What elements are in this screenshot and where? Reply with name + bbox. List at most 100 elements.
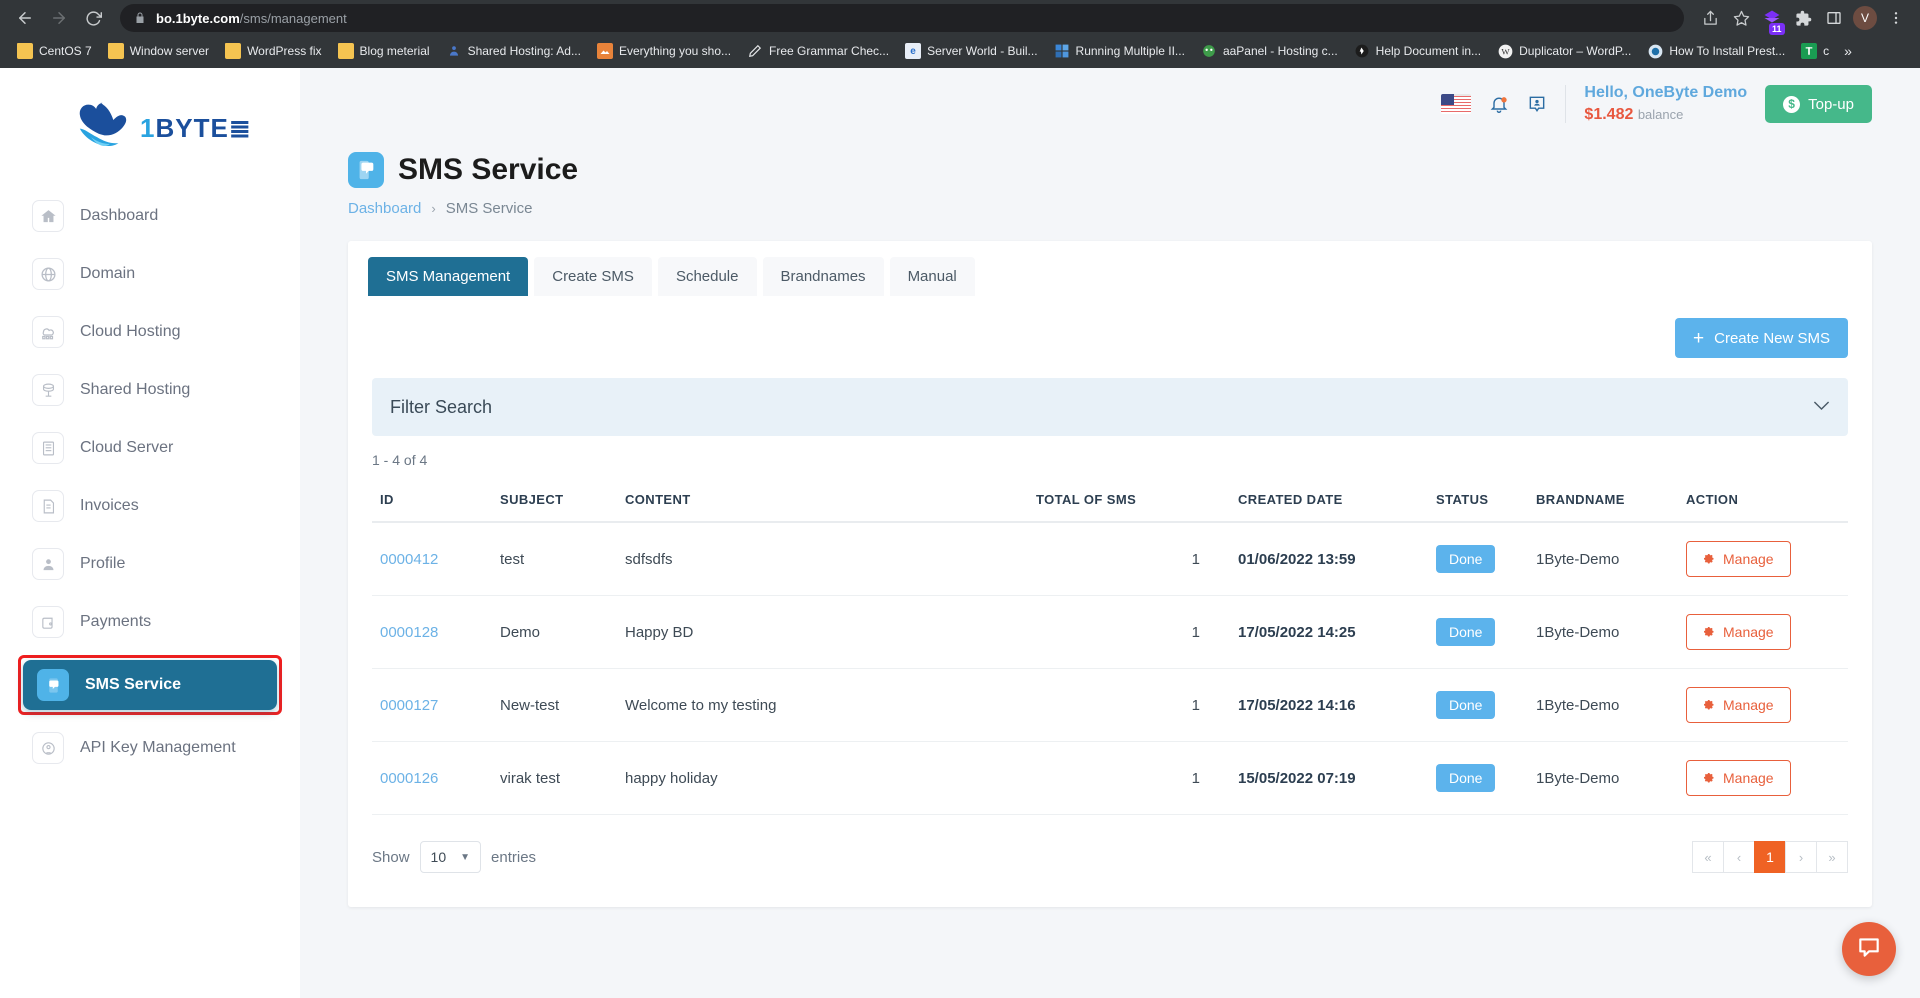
cell-subject: Demo — [492, 595, 617, 669]
bookmark-item[interactable]: Running Multiple II... — [1047, 40, 1192, 62]
sidebar-item-shared-hosting[interactable]: Shared Hosting — [18, 365, 282, 415]
sidebar-item-domain[interactable]: Domain — [18, 249, 282, 299]
greeting-text: Hello, OneByte Demo — [1584, 84, 1748, 102]
sms-service-highlight-box: SMS Service — [18, 655, 282, 715]
cell-subject: New-test — [492, 668, 617, 742]
extension-purple-icon[interactable]: 11 — [1758, 4, 1786, 35]
forward-arrow-icon[interactable] — [44, 3, 74, 33]
sidebar-item-cloud-hosting[interactable]: Cloud Hosting — [18, 307, 282, 357]
manage-label: Manage — [1723, 770, 1774, 786]
share-icon[interactable] — [1696, 4, 1724, 32]
pagination-page-1[interactable]: 1 — [1754, 841, 1786, 873]
extensions-puzzle-icon[interactable] — [1789, 4, 1817, 32]
bookmark-item[interactable]: Blog meterial — [331, 40, 437, 62]
sidebar-item-label: Shared Hosting — [80, 381, 191, 398]
manage-button[interactable]: Manage — [1686, 687, 1791, 723]
sidebar-item-api-key-management[interactable]: API Key Management — [18, 723, 282, 773]
sidebar-item-dashboard[interactable]: Dashboard — [18, 191, 282, 241]
bookmark-label: Everything you sho... — [618, 44, 732, 58]
sms-id-link[interactable]: 0000126 — [380, 770, 438, 787]
breadcrumb-current: SMS Service — [445, 200, 533, 217]
table-footer: Show 10 ▼ entries « ‹ 1 › » — [372, 841, 1848, 873]
bookmark-item[interactable]: How To Install Prest... — [1640, 40, 1792, 62]
bookmark-item[interactable]: Window server — [101, 40, 216, 62]
bookmark-item[interactable]: c — [1794, 40, 1836, 62]
star-icon[interactable] — [1727, 4, 1755, 32]
sidebar-item-label: Profile — [80, 555, 126, 572]
bookmark-item[interactable]: e Server World - Buil... — [898, 40, 1044, 62]
sidebar-item-sms-service[interactable]: SMS Service — [23, 660, 277, 710]
bookmarks-overflow-icon[interactable]: » — [1838, 43, 1858, 59]
sidebar-item-label: SMS Service — [85, 676, 182, 693]
bookmark-item[interactable]: W Duplicator – WordP... — [1490, 40, 1638, 62]
manage-button[interactable]: Manage — [1686, 541, 1791, 577]
bookmark-label: Window server — [129, 44, 210, 58]
bookmark-item[interactable]: WordPress fix — [218, 40, 328, 62]
chevron-down-icon[interactable] — [1813, 398, 1830, 416]
invoice-icon — [32, 490, 64, 522]
address-bar[interactable]: bo.1byte.com/sms/management — [120, 4, 1684, 32]
sms-card: SMS Management Create SMS Schedule Brand… — [348, 241, 1872, 907]
bookmark-item[interactable]: Everything you sho... — [590, 40, 738, 62]
browser-menu-icon[interactable] — [1882, 4, 1910, 32]
manage-button[interactable]: Manage — [1686, 760, 1791, 796]
bookmark-item[interactable]: aaPanel - Hosting c... — [1194, 40, 1345, 62]
tab-manual[interactable]: Manual — [889, 257, 975, 296]
notification-bell-icon[interactable] — [1489, 93, 1509, 115]
sidepanel-icon[interactable] — [1820, 4, 1848, 32]
reload-icon[interactable] — [78, 3, 108, 33]
chat-widget-button[interactable] — [1842, 922, 1896, 976]
gear-icon — [1703, 551, 1715, 567]
tab-sms-management[interactable]: SMS Management — [368, 257, 529, 296]
tab-create-sms[interactable]: Create SMS — [534, 257, 652, 296]
bookmark-item[interactable]: Help Document in... — [1347, 40, 1488, 62]
entries-label: entries — [491, 848, 537, 866]
entries-per-page-select[interactable]: 10 ▼ — [419, 841, 482, 873]
manage-button[interactable]: Manage — [1686, 614, 1791, 650]
column-header-action: ACTION — [1678, 482, 1848, 523]
bookmark-label: How To Install Prest... — [1669, 44, 1786, 58]
table-row: 0000412 test sdfsdfs 1 01/06/2022 13:59 … — [372, 522, 1848, 596]
create-new-sms-label: Create New SMS — [1714, 329, 1830, 347]
sms-id-link[interactable]: 0000127 — [380, 697, 438, 714]
sms-id-link[interactable]: 0000412 — [380, 551, 438, 568]
back-arrow-icon[interactable] — [10, 3, 40, 33]
tab-brandnames[interactable]: Brandnames — [762, 257, 884, 296]
home-icon — [32, 200, 64, 232]
help-icon — [1354, 43, 1370, 59]
sidebar-item-invoices[interactable]: Invoices — [18, 481, 282, 531]
tab-schedule[interactable]: Schedule — [657, 257, 757, 296]
brand-logo[interactable]: 1BYTE≣ — [0, 68, 300, 191]
browser-toolbar-right: 11 V — [1696, 4, 1910, 35]
status-badge: Done — [1436, 691, 1496, 719]
profile-avatar[interactable]: V — [1851, 4, 1879, 32]
globe-icon — [32, 258, 64, 290]
bookmark-item[interactable]: CentOS 7 — [10, 40, 99, 62]
plus-icon: + — [1693, 327, 1705, 349]
support-contact-icon[interactable] — [1527, 93, 1547, 115]
chat-bubble-icon — [1856, 934, 1882, 965]
create-new-sms-button[interactable]: + Create New SMS — [1675, 318, 1848, 358]
user-icon — [32, 548, 64, 580]
sms-id-link[interactable]: 0000128 — [380, 624, 438, 641]
sidebar-item-payments[interactable]: Payments — [18, 597, 282, 647]
pagination-last[interactable]: » — [1816, 841, 1848, 873]
table-row: 0000127 New-test Welcome to my testing 1… — [372, 668, 1848, 742]
bookmark-item[interactable]: Shared Hosting: Ad... — [439, 40, 588, 62]
balance-label: balance — [1637, 107, 1684, 122]
user-account-block[interactable]: Hello, OneByte Demo $1.482 balance — [1584, 82, 1747, 125]
top-up-button[interactable]: $ Top-up — [1765, 85, 1872, 123]
breadcrumb-dashboard-link[interactable]: Dashboard — [348, 200, 421, 217]
pagination-next[interactable]: › — [1785, 841, 1817, 873]
pagination-prev[interactable]: ‹ — [1723, 841, 1755, 873]
sidebar-item-profile[interactable]: Profile — [18, 539, 282, 589]
cell-created-date: 17/05/2022 14:16 — [1238, 696, 1356, 714]
us-flag-icon[interactable] — [1441, 94, 1472, 114]
sidebar-item-cloud-server[interactable]: Cloud Server — [18, 423, 282, 473]
bookmark-label: aaPanel - Hosting c... — [1222, 44, 1338, 58]
pagination-first[interactable]: « — [1692, 841, 1724, 873]
url-domain: bo.1byte.com — [156, 10, 240, 26]
avatar: V — [1853, 6, 1877, 30]
bookmark-item[interactable]: Free Grammar Chec... — [740, 40, 896, 62]
filter-search-panel[interactable]: Filter Search — [372, 378, 1848, 436]
